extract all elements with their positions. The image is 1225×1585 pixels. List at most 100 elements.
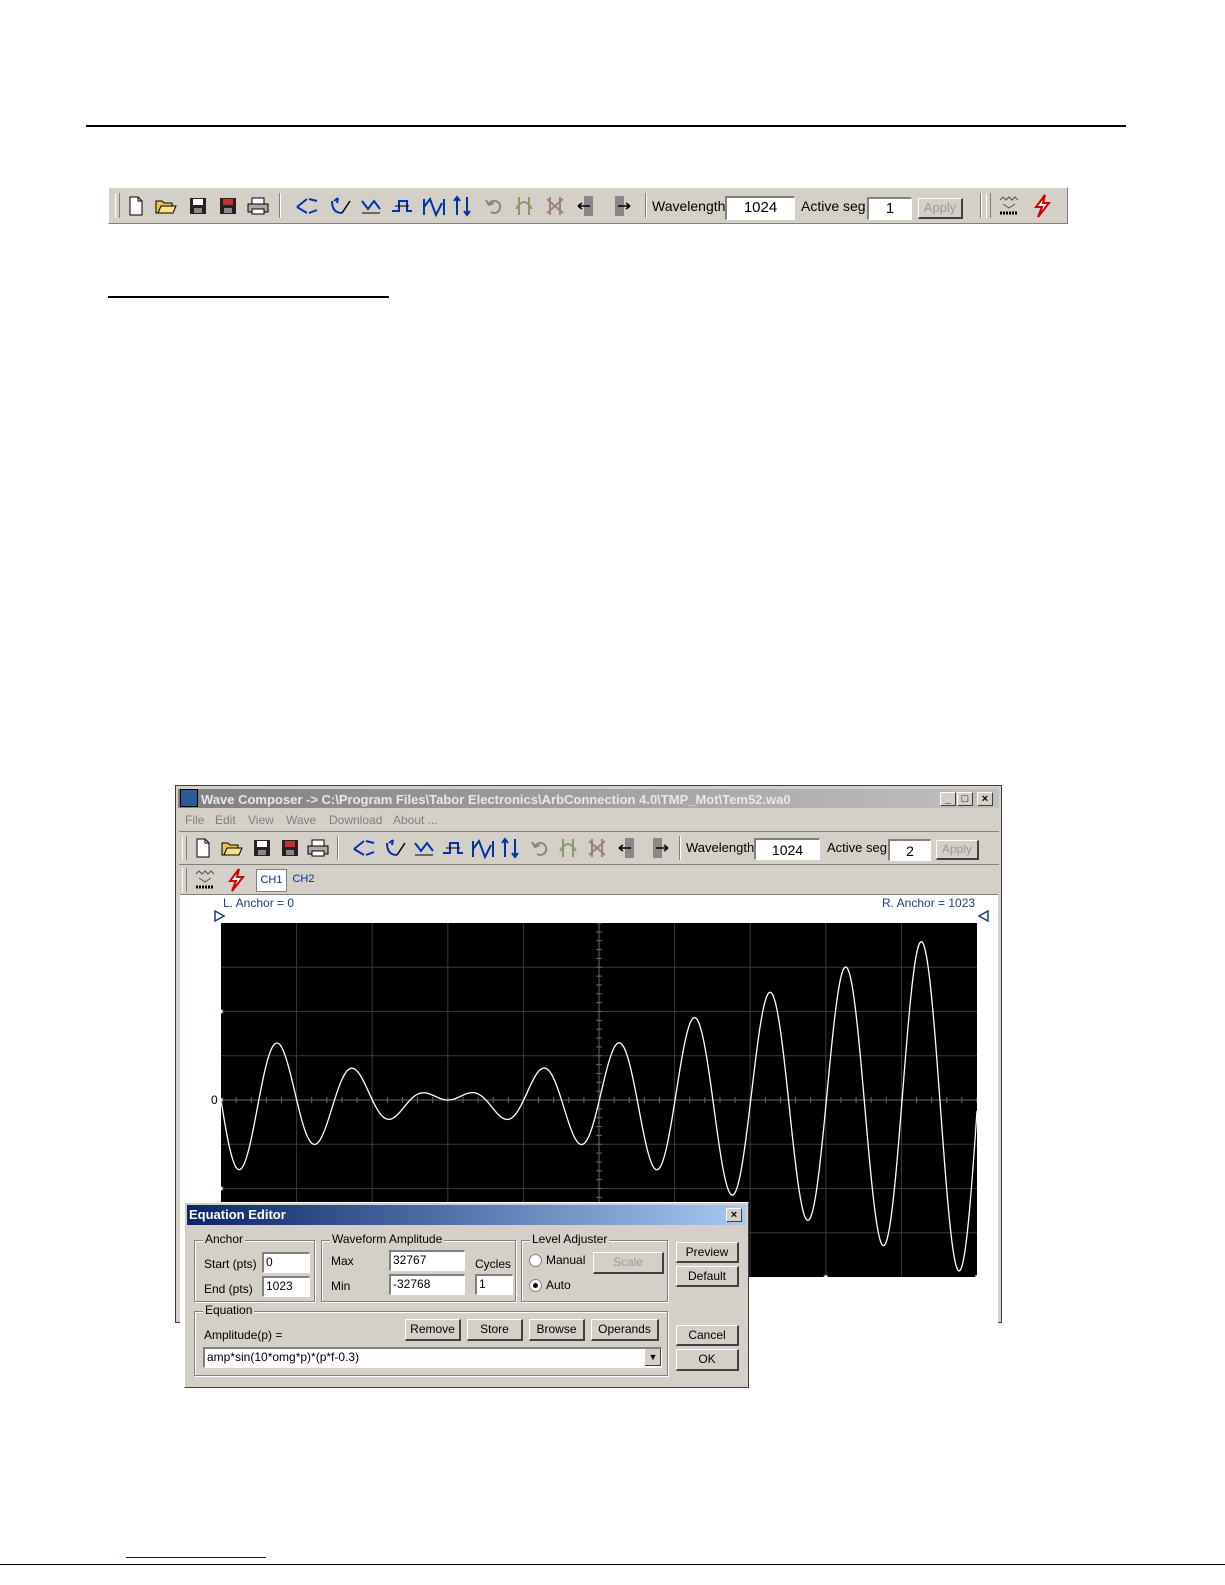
toolbar-separator <box>337 836 339 860</box>
save-icon[interactable] <box>186 194 210 218</box>
window-titlebar: Wave Composer -> C:\Program Files\Tabor … <box>178 789 999 808</box>
toolbar-separator <box>279 193 281 218</box>
wavelength-input[interactable]: 1024 <box>725 196 795 220</box>
wave-tool-6-icon[interactable] <box>499 836 523 860</box>
min-input[interactable]: -32768 <box>389 1274 465 1295</box>
end-input[interactable]: 1023 <box>262 1276 310 1297</box>
toolbar: Wavelength 1024 Active seg 1 Apply <box>108 187 1068 224</box>
wave-tool-4-icon[interactable] <box>390 194 414 218</box>
zero-axis-label: 0 <box>211 1093 218 1107</box>
min-label: Min <box>331 1279 351 1293</box>
tab-ch1[interactable]: CH1 <box>256 869 287 892</box>
cancel-button[interactable]: Cancel <box>676 1325 739 1346</box>
shift-right-icon[interactable] <box>647 836 671 860</box>
lightning-icon[interactable] <box>224 868 248 892</box>
left-anchor-marker[interactable] <box>214 910 226 922</box>
shift-left-icon[interactable] <box>575 194 599 218</box>
store-button[interactable]: Store <box>467 1319 523 1341</box>
cycles-label: Cycles <box>475 1257 512 1271</box>
resize-handle <box>221 1009 224 1014</box>
menu-view[interactable]: View <box>248 813 274 827</box>
auto-radio[interactable] <box>529 1279 542 1292</box>
menu-download[interactable]: Download <box>329 813 382 827</box>
max-input[interactable]: 32767 <box>389 1250 465 1271</box>
manual-label: Manual <box>546 1253 586 1267</box>
wave-tool-8-icon[interactable] <box>586 836 610 860</box>
right-anchor-marker[interactable] <box>977 910 989 922</box>
active-seg-input[interactable]: 1 <box>867 197 912 220</box>
undo-icon[interactable] <box>528 836 552 860</box>
wave-tool-3-icon[interactable] <box>359 194 383 218</box>
lightning-icon[interactable] <box>1030 194 1054 218</box>
wave-tool-1-icon[interactable] <box>295 194 319 218</box>
cycles-input[interactable]: 1 <box>475 1274 513 1295</box>
wave-tool-2-icon[interactable] <box>328 194 352 218</box>
resize-handle <box>221 1186 224 1191</box>
print-icon[interactable] <box>306 836 330 860</box>
preview-button[interactable]: Preview <box>676 1242 739 1263</box>
minimize-button[interactable]: _ <box>940 792 956 806</box>
browse-button[interactable]: Browse <box>529 1319 585 1341</box>
new-file-icon[interactable] <box>124 194 148 218</box>
open-folder-icon[interactable] <box>154 194 178 218</box>
open-folder-icon[interactable] <box>220 836 244 860</box>
equation-combobox[interactable]: amp*sin(10*omg*p)*(p*f-0.3) ▼ <box>203 1347 662 1368</box>
remove-button[interactable]: Remove <box>405 1319 461 1341</box>
menu-wave[interactable]: Wave <box>286 813 316 827</box>
amplitude-expression-label: Amplitude(p) = <box>204 1328 283 1342</box>
menu-edit[interactable]: Edit <box>215 813 236 827</box>
toolbar-grip <box>986 193 991 218</box>
wave-tool-6-icon[interactable] <box>451 194 475 218</box>
manual-radio[interactable] <box>529 1254 542 1267</box>
default-button[interactable]: Default <box>676 1266 739 1287</box>
resize-handle <box>823 1274 829 1277</box>
tab-ch2[interactable]: CH2 <box>289 869 318 890</box>
resize-handle <box>221 1097 224 1103</box>
wavelength-input[interactable]: 1024 <box>754 838 820 860</box>
wave-tool-8-icon[interactable] <box>544 194 568 218</box>
apply-button[interactable]: Apply <box>936 840 979 860</box>
start-label: Start (pts) <box>204 1257 257 1271</box>
wave-tool-5-icon[interactable] <box>422 194 446 218</box>
close-button[interactable]: × <box>726 1208 742 1222</box>
new-file-icon[interactable] <box>191 836 215 860</box>
menu-file[interactable]: File <box>185 813 204 827</box>
save-as-icon[interactable] <box>278 836 302 860</box>
equation-expression: amp*sin(10*omg*p)*(p*f-0.3) <box>207 1350 360 1364</box>
wave-tool-3-icon[interactable] <box>412 836 436 860</box>
anchor-group: Anchor Start (pts) 0 End (pts) 1023 <box>194 1232 315 1302</box>
wave-tool-2-icon[interactable] <box>383 836 407 860</box>
window-title: Wave Composer -> C:\Program Files\Tabor … <box>201 792 791 807</box>
apply-button[interactable]: Apply <box>918 198 963 219</box>
close-button[interactable]: × <box>977 792 993 806</box>
max-label: Max <box>331 1254 354 1268</box>
toolbar-grip <box>115 193 120 218</box>
download-wave-icon[interactable] <box>193 868 217 892</box>
save-as-icon[interactable] <box>216 194 240 218</box>
scale-button[interactable]: Scale <box>593 1252 664 1274</box>
wave-tool-4-icon[interactable] <box>441 836 465 860</box>
channel-toolbar: CH1 CH2 <box>179 864 999 895</box>
active-seg-input[interactable]: 2 <box>888 839 931 861</box>
wave-tool-7-icon[interactable] <box>557 836 581 860</box>
maximize-button[interactable]: □ <box>957 792 973 806</box>
ok-button[interactable]: OK <box>676 1349 739 1371</box>
start-input[interactable]: 0 <box>262 1252 310 1273</box>
section-underline <box>108 296 389 298</box>
wave-tool-5-icon[interactable] <box>471 836 495 860</box>
download-wave-icon[interactable] <box>997 194 1021 218</box>
wave-tool-1-icon[interactable] <box>352 836 376 860</box>
header-rule <box>86 125 1126 127</box>
operands-button[interactable]: Operands <box>591 1319 659 1341</box>
wavelength-label: Wavelength <box>686 840 755 855</box>
dropdown-arrow-icon[interactable]: ▼ <box>644 1349 661 1366</box>
menu-about[interactable]: About ... <box>393 813 438 827</box>
amplitude-group-title: Waveform Amplitude <box>330 1232 445 1246</box>
print-icon[interactable] <box>246 194 270 218</box>
undo-icon[interactable] <box>482 194 506 218</box>
level-adjuster-group: Level Adjuster Manual Scale Auto <box>521 1232 668 1302</box>
wave-tool-7-icon[interactable] <box>513 194 537 218</box>
save-icon[interactable] <box>250 836 274 860</box>
shift-right-icon[interactable] <box>609 194 633 218</box>
shift-left-icon[interactable] <box>616 836 640 860</box>
